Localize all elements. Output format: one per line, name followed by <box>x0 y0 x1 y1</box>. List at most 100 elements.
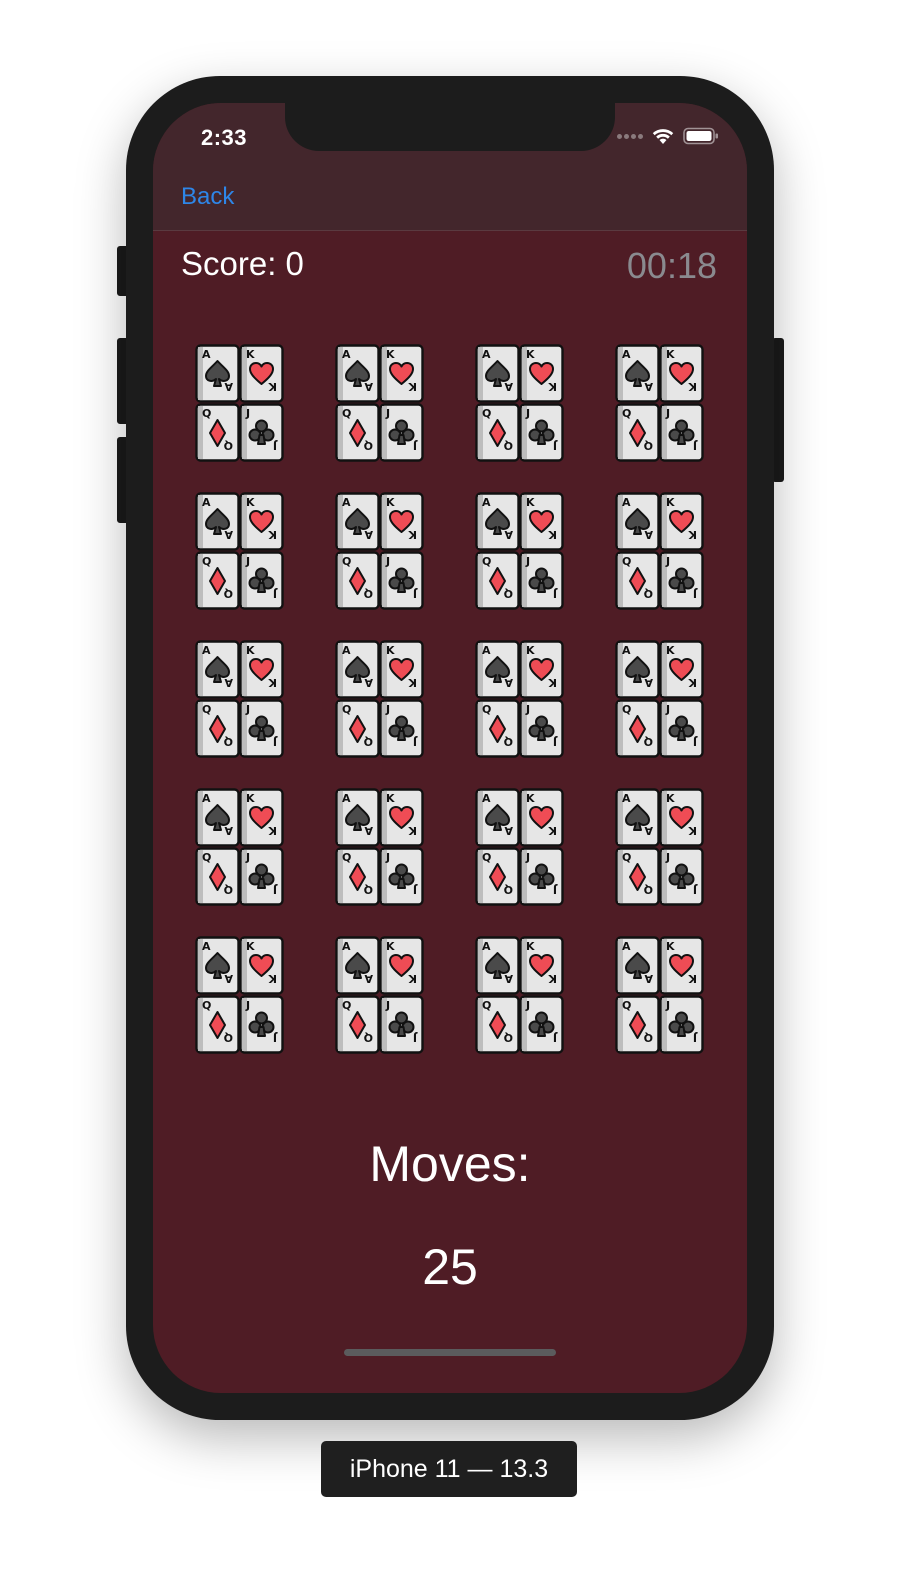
svg-text:K: K <box>386 940 395 953</box>
playing-cards-icon: A A K K Q Q J J <box>615 936 704 1054</box>
playing-cards-icon: A A K K Q Q J J <box>615 492 704 610</box>
svg-text:J: J <box>385 851 390 864</box>
svg-text:K: K <box>268 380 277 393</box>
card-button[interactable]: A A K K Q Q J J <box>335 640 425 758</box>
battery-icon <box>683 127 718 145</box>
svg-text:K: K <box>386 348 395 361</box>
svg-text:Q: Q <box>622 999 631 1012</box>
card-button[interactable]: A A K K Q Q J J <box>195 344 285 462</box>
svg-text:A: A <box>504 528 513 541</box>
svg-text:J: J <box>245 999 250 1012</box>
card-button[interactable]: A A K K Q Q J J <box>335 788 425 906</box>
svg-text:A: A <box>504 676 513 689</box>
svg-text:Q: Q <box>364 1031 373 1044</box>
svg-text:J: J <box>665 851 670 864</box>
svg-text:Q: Q <box>224 735 233 748</box>
card-button[interactable]: A A K K Q Q J J <box>615 788 705 906</box>
playing-cards-icon: A A K K Q Q J J <box>335 344 424 462</box>
svg-text:A: A <box>504 824 513 837</box>
svg-text:A: A <box>504 380 513 393</box>
svg-text:A: A <box>224 972 233 985</box>
svg-text:A: A <box>644 824 653 837</box>
svg-text:Q: Q <box>622 407 631 420</box>
svg-text:J: J <box>525 999 530 1012</box>
card-button[interactable]: A A K K Q Q J J <box>615 640 705 758</box>
card-button[interactable]: A A K K Q Q J J <box>475 936 565 1054</box>
svg-text:K: K <box>666 940 675 953</box>
svg-text:A: A <box>342 940 351 953</box>
svg-text:K: K <box>688 972 697 985</box>
svg-text:J: J <box>693 587 698 600</box>
svg-text:Q: Q <box>364 439 373 452</box>
svg-text:K: K <box>526 940 535 953</box>
svg-text:K: K <box>268 972 277 985</box>
playing-cards-icon: A A K K Q Q J J <box>475 788 564 906</box>
svg-text:K: K <box>386 644 395 657</box>
svg-text:J: J <box>525 703 530 716</box>
svg-text:Q: Q <box>644 587 653 600</box>
home-indicator[interactable] <box>344 1349 556 1356</box>
svg-text:Q: Q <box>482 999 491 1012</box>
svg-text:Q: Q <box>202 999 211 1012</box>
card-button[interactable]: A A K K Q Q J J <box>335 936 425 1054</box>
svg-text:J: J <box>525 407 530 420</box>
svg-text:K: K <box>548 824 557 837</box>
svg-text:Q: Q <box>202 555 211 568</box>
svg-text:K: K <box>526 792 535 805</box>
card-button[interactable]: A A K K Q Q J J <box>195 936 285 1054</box>
svg-text:A: A <box>364 676 373 689</box>
svg-text:Q: Q <box>504 439 513 452</box>
card-button[interactable]: A A K K Q Q J J <box>335 344 425 462</box>
playing-cards-icon: A A K K Q Q J J <box>195 640 284 758</box>
svg-text:Q: Q <box>622 851 631 864</box>
svg-text:A: A <box>482 644 491 657</box>
card-button[interactable]: A A K K Q Q J J <box>615 492 705 610</box>
svg-text:K: K <box>526 644 535 657</box>
svg-text:A: A <box>622 348 631 361</box>
svg-text:Q: Q <box>504 735 513 748</box>
svg-text:A: A <box>342 644 351 657</box>
card-button[interactable]: A A K K Q Q J J <box>195 788 285 906</box>
svg-text:A: A <box>202 496 211 509</box>
svg-text:J: J <box>553 439 558 452</box>
svg-text:A: A <box>202 644 211 657</box>
svg-text:K: K <box>666 792 675 805</box>
svg-text:K: K <box>268 824 277 837</box>
card-button[interactable]: A A K K Q Q J J <box>615 344 705 462</box>
svg-text:A: A <box>622 644 631 657</box>
svg-text:Q: Q <box>342 999 351 1012</box>
svg-text:A: A <box>364 824 373 837</box>
card-button[interactable]: A A K K Q Q J J <box>195 640 285 758</box>
svg-text:A: A <box>342 792 351 805</box>
back-button[interactable]: Back <box>181 183 234 211</box>
svg-text:K: K <box>386 792 395 805</box>
card-button[interactable]: A A K K Q Q J J <box>475 788 565 906</box>
card-button[interactable]: A A K K Q Q J J <box>475 640 565 758</box>
svg-text:Q: Q <box>644 1031 653 1044</box>
svg-text:K: K <box>246 792 255 805</box>
svg-text:Q: Q <box>202 703 211 716</box>
svg-text:Q: Q <box>504 1031 513 1044</box>
svg-text:J: J <box>413 439 418 452</box>
svg-text:Q: Q <box>644 735 653 748</box>
playing-cards-icon: A A K K Q Q J J <box>335 936 424 1054</box>
playing-cards-icon: A A K K Q Q J J <box>195 344 284 462</box>
card-button[interactable]: A A K K Q Q J J <box>615 936 705 1054</box>
svg-text:Q: Q <box>224 883 233 896</box>
svg-text:K: K <box>688 528 697 541</box>
card-button[interactable]: A A K K Q Q J J <box>335 492 425 610</box>
svg-text:J: J <box>413 587 418 600</box>
app-screen: 2:33 Back Score: 0 00:18 A A K K Q Q J J… <box>153 103 747 1393</box>
svg-text:J: J <box>273 587 278 600</box>
svg-text:J: J <box>413 883 418 896</box>
card-button[interactable]: A A K K Q Q J J <box>475 492 565 610</box>
svg-text:A: A <box>504 972 513 985</box>
svg-text:K: K <box>548 380 557 393</box>
svg-text:J: J <box>553 587 558 600</box>
svg-text:K: K <box>666 496 675 509</box>
card-button[interactable]: A A K K Q Q J J <box>195 492 285 610</box>
card-button[interactable]: A A K K Q Q J J <box>475 344 565 462</box>
simulator-stage: 2:33 Back Score: 0 00:18 A A K K Q Q J J… <box>0 0 910 1584</box>
svg-text:J: J <box>553 883 558 896</box>
timer-label: 00:18 <box>626 245 717 286</box>
